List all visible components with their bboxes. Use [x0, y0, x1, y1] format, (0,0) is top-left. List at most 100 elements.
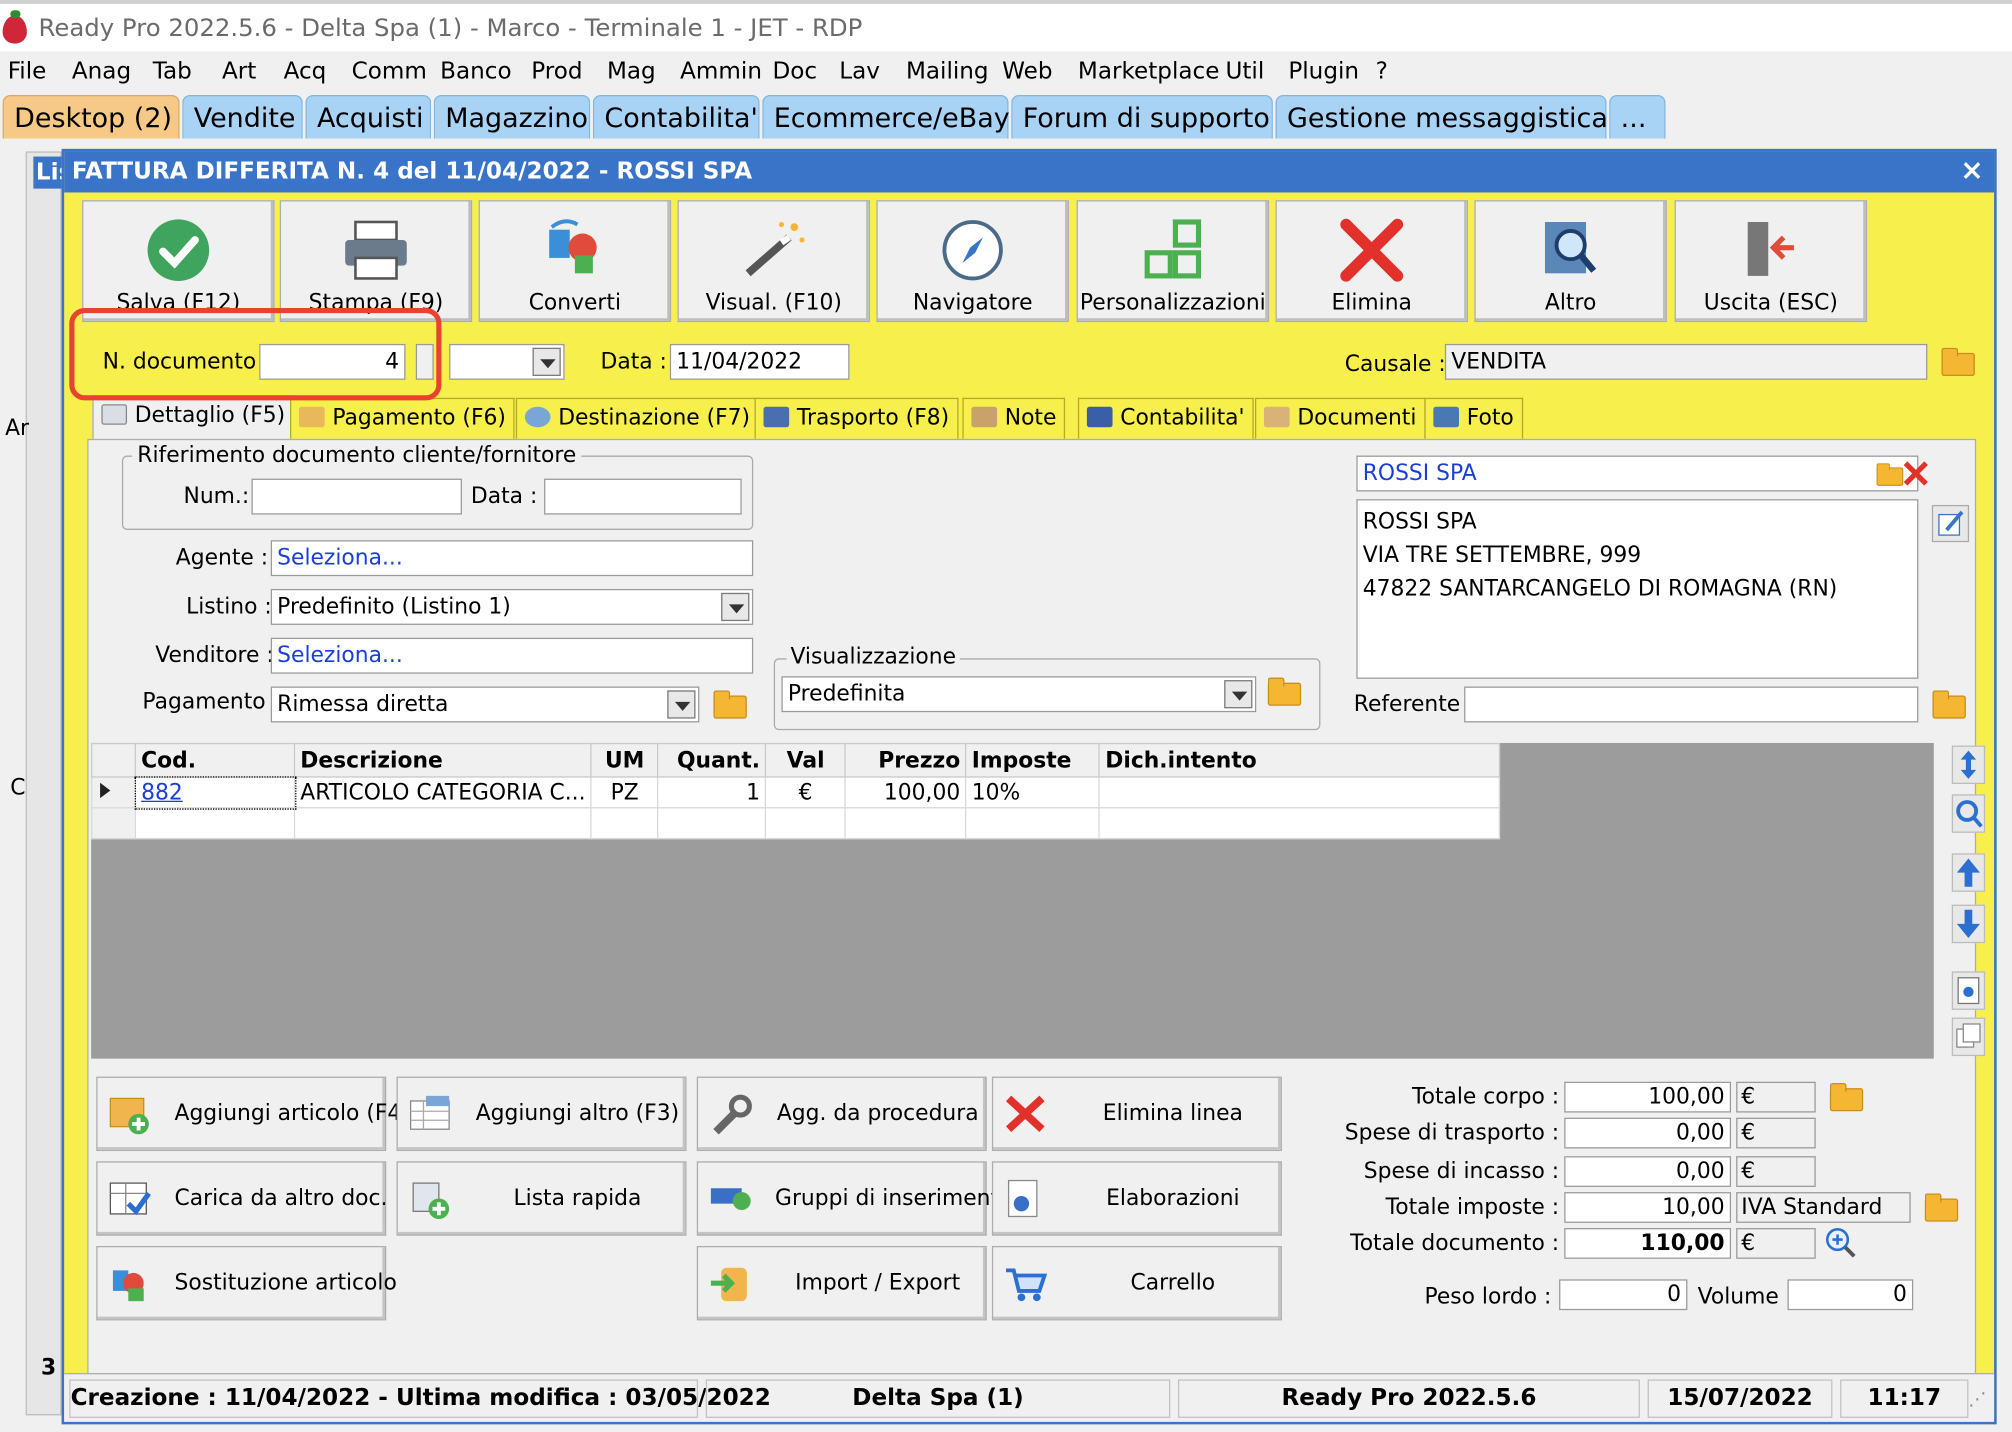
- customize-button[interactable]: Personalizzazioni: [1076, 200, 1270, 323]
- riferimento-data-field[interactable]: [544, 478, 742, 515]
- ndoc-field[interactable]: 4: [259, 343, 406, 380]
- convert-button[interactable]: Converti: [478, 200, 672, 323]
- causale-field[interactable]: VENDITA: [1444, 343, 1928, 380]
- move-updown-button[interactable]: [1951, 745, 1986, 785]
- tab-pagamento[interactable]: Pagamento (F6): [290, 397, 515, 439]
- col-val[interactable]: Val: [765, 742, 847, 778]
- cell-quant[interactable]: 1: [657, 776, 767, 809]
- quick-list-button[interactable]: Lista rapida: [396, 1161, 687, 1236]
- chevron-down-icon[interactable]: [1224, 680, 1253, 709]
- menu-comm[interactable]: Comm: [352, 58, 427, 85]
- cell-empty[interactable]: [293, 807, 592, 840]
- menu-ammin[interactable]: Ammin: [680, 58, 762, 85]
- cell-empty[interactable]: [134, 807, 296, 840]
- tab-ecommerce[interactable]: Ecommerce/eBay: [762, 94, 1010, 139]
- move-down-button[interactable]: [1951, 904, 1986, 944]
- menu-file[interactable]: File: [8, 58, 47, 85]
- col-imposte[interactable]: Imposte: [965, 742, 1101, 778]
- import-export-button[interactable]: Import / Export: [696, 1245, 987, 1321]
- totale-imposte-folder-icon[interactable]: [1924, 1192, 1959, 1222]
- menu-mailing[interactable]: Mailing: [906, 58, 989, 85]
- tab-contabilita-inner[interactable]: Contabilita': [1077, 397, 1254, 439]
- cell-empty[interactable]: [1098, 807, 1501, 840]
- menu-plugin[interactable]: Plugin: [1288, 58, 1359, 85]
- load-other-doc-button[interactable]: Carica da altro doc.: [96, 1161, 387, 1236]
- exit-button[interactable]: Uscita (ESC): [1674, 200, 1868, 323]
- table-row-empty[interactable]: [91, 807, 1501, 840]
- venditore-field[interactable]: Seleziona...: [270, 637, 754, 674]
- menu-banco[interactable]: Banco: [440, 58, 511, 85]
- add-article-button[interactable]: Aggiungi articolo (F4): [96, 1076, 410, 1152]
- causale-folder-icon[interactable]: [1940, 346, 1975, 376]
- col-prezzo[interactable]: Prezzo: [844, 742, 967, 778]
- grid-search-button[interactable]: [1951, 794, 1986, 833]
- volume-value[interactable]: 0: [1787, 1279, 1914, 1311]
- menu-tab[interactable]: Tab: [153, 58, 192, 85]
- tab-destinazione[interactable]: Destinazione (F7): [515, 397, 760, 439]
- spese-trasporto-value[interactable]: 0,00: [1564, 1117, 1732, 1149]
- edit-address-icon[interactable]: [1931, 504, 1970, 543]
- menu-marketplace[interactable]: Marketplace: [1078, 58, 1220, 85]
- more-button[interactable]: Altro: [1474, 200, 1667, 323]
- cell-um[interactable]: PZ: [590, 776, 659, 809]
- insert-groups-button[interactable]: Gruppi di inserimento: [696, 1161, 1012, 1236]
- cell-empty[interactable]: [965, 807, 1101, 840]
- add-other-button[interactable]: Aggiungi altro (F3): [396, 1076, 687, 1152]
- cell-cod[interactable]: 882: [134, 775, 296, 810]
- riferimento-num-field[interactable]: [251, 478, 462, 515]
- tab-contabilita[interactable]: Contabilita': [592, 94, 760, 139]
- agente-field[interactable]: Seleziona...: [270, 540, 754, 577]
- cell-val[interactable]: €: [765, 776, 847, 809]
- replace-article-button[interactable]: Sostituzione articolo: [96, 1245, 397, 1321]
- referente-field[interactable]: [1464, 686, 1919, 723]
- menu-help[interactable]: ?: [1376, 58, 1388, 85]
- pagamento-folder-icon[interactable]: [712, 689, 747, 719]
- ndoc-series-select[interactable]: [449, 343, 565, 380]
- col-dich-intento[interactable]: Dich.intento: [1098, 742, 1501, 778]
- grid-copy-button[interactable]: [1951, 1017, 1986, 1057]
- cell-descrizione[interactable]: ARTICOLO CATEGORIA C...: [293, 776, 592, 809]
- tab-forum[interactable]: Forum di supporto: [1011, 94, 1273, 139]
- col-um[interactable]: UM: [590, 742, 659, 778]
- table-row[interactable]: 882 ARTICOLO CATEGORIA C... PZ 1 € 100,0…: [91, 775, 1501, 810]
- customer-clear-icon[interactable]: [1903, 461, 1929, 487]
- visualizzazione-select[interactable]: Predefinita: [781, 676, 1257, 713]
- cell-empty[interactable]: [590, 807, 659, 840]
- menu-util[interactable]: Util: [1225, 58, 1264, 85]
- cell-empty[interactable]: [844, 807, 967, 840]
- menu-anag[interactable]: Anag: [72, 58, 131, 85]
- menu-lav[interactable]: Lav: [839, 58, 880, 85]
- zoom-in-icon[interactable]: [1823, 1225, 1856, 1258]
- grid-settings-button[interactable]: [1951, 971, 1986, 1010]
- spese-incasso-value[interactable]: 0,00: [1564, 1156, 1732, 1187]
- col-quant[interactable]: Quant.: [657, 742, 767, 778]
- listino-select[interactable]: Predefinito (Listino 1): [270, 588, 754, 625]
- menu-doc[interactable]: Doc: [772, 58, 817, 85]
- cell-empty[interactable]: [765, 807, 847, 840]
- navigator-button[interactable]: Navigatore: [876, 200, 1069, 323]
- cell-empty[interactable]: [657, 807, 767, 840]
- tab-messaggistica[interactable]: Gestione messaggistica: [1275, 94, 1608, 139]
- cell-imposte[interactable]: 10%: [965, 776, 1101, 809]
- chevron-down-icon[interactable]: [667, 690, 696, 719]
- tab-trasporto[interactable]: Trasporto (F8): [754, 397, 959, 439]
- chevron-down-icon[interactable]: [532, 347, 561, 376]
- pagamento-select[interactable]: Rimessa diretta: [270, 686, 700, 723]
- tab-acquisti[interactable]: Acquisti: [305, 94, 432, 139]
- delete-line-button[interactable]: Elimina linea: [991, 1076, 1282, 1152]
- customer-name-field[interactable]: ROSSI SPA: [1356, 455, 1919, 492]
- tab-desktop[interactable]: Desktop (2): [2, 94, 180, 139]
- menu-acq[interactable]: Acq: [284, 58, 327, 85]
- resize-grip-icon[interactable]: ⋰: [1968, 1390, 1986, 1411]
- add-from-procedure-button[interactable]: Agg. da procedura: [696, 1076, 987, 1152]
- delete-button[interactable]: Elimina: [1275, 200, 1468, 323]
- tab-magazzino[interactable]: Magazzino: [433, 94, 591, 139]
- menu-prod[interactable]: Prod: [531, 58, 582, 85]
- customer-address-box[interactable]: ROSSI SPA VIA TRE SETTEMBRE, 999 47822 S…: [1356, 499, 1919, 679]
- tab-note[interactable]: Note: [962, 397, 1066, 439]
- tab-foto[interactable]: Foto: [1424, 397, 1523, 439]
- cell-prezzo[interactable]: 100,00: [844, 776, 967, 809]
- tab-documenti[interactable]: Documenti: [1254, 397, 1426, 439]
- menu-art[interactable]: Art: [222, 58, 256, 85]
- print-button[interactable]: Stampa (F9): [279, 200, 473, 323]
